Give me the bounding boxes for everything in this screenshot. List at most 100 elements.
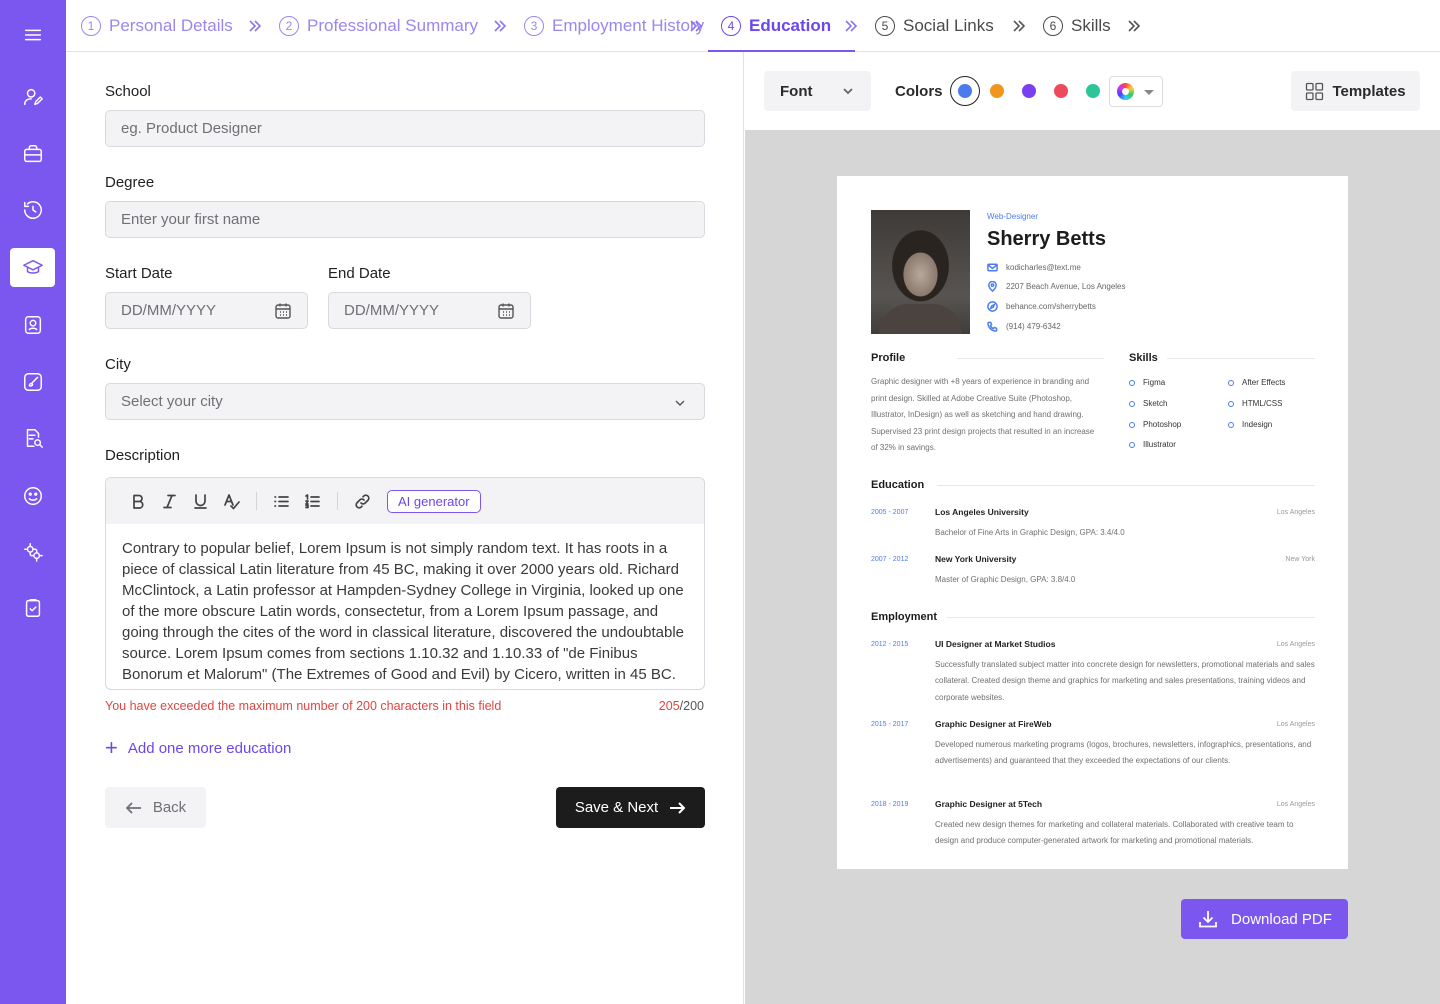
employment-dates: 2015 - 2017: [871, 721, 909, 728]
profile-heading: Profile: [871, 352, 906, 364]
grid-icon: [1306, 82, 1324, 100]
color-swatch-red[interactable]: [1054, 84, 1068, 98]
employment-detail: Developed numerous marketing programs (l…: [935, 740, 1312, 766]
document-search-icon[interactable]: [10, 418, 55, 457]
font-dropdown[interactable]: Font: [764, 71, 871, 111]
employment-heading: Employment: [871, 611, 938, 623]
color-swatch-orange[interactable]: [990, 84, 1004, 98]
calendar-icon[interactable]: [497, 302, 515, 320]
resume-email: kodicharles@text.me: [987, 262, 1081, 273]
skill-item: Indesign: [1228, 420, 1272, 429]
color-wheel-icon: [1117, 83, 1134, 100]
double-chevron-right-icon: [1010, 17, 1028, 35]
degree-placeholder: Enter your first name: [121, 211, 261, 228]
double-chevron-right-icon: [842, 17, 860, 35]
end-date-input[interactable]: DD/MM/YYYY: [328, 292, 531, 329]
step-skills[interactable]: 6 Skills: [1043, 0, 1111, 52]
step-label: Personal Details: [109, 16, 233, 35]
numbered-list-icon[interactable]: [297, 489, 328, 513]
graduation-cap-icon[interactable]: [10, 248, 55, 287]
save-next-button[interactable]: Save & Next: [556, 787, 705, 828]
underline-icon[interactable]: [185, 489, 216, 513]
download-label: Download PDF: [1231, 910, 1332, 928]
custom-color-picker[interactable]: [1109, 76, 1163, 107]
city-label: City: [105, 356, 131, 373]
skill-item: HTML/CSS: [1228, 399, 1282, 408]
menu-icon[interactable]: [10, 15, 55, 54]
end-date-placeholder: DD/MM/YYYY: [344, 302, 440, 319]
step-professional-summary[interactable]: 2 Professional Summary: [279, 0, 478, 52]
skill-item: After Effects: [1228, 378, 1285, 387]
bullet-list-icon[interactable]: [266, 489, 297, 513]
school-label: School: [105, 83, 151, 100]
education-heading: Education: [871, 479, 925, 491]
double-chevron-right-icon: [246, 17, 264, 35]
badge-icon[interactable]: [10, 305, 55, 344]
school-input[interactable]: eg. Product Designer: [105, 110, 705, 147]
templates-button[interactable]: Templates: [1291, 71, 1420, 111]
steps-bar: 1 Personal Details 2 Professional Summar…: [66, 0, 1440, 52]
step-education[interactable]: 4 Education: [707, 0, 856, 52]
step-label: Skills: [1071, 16, 1111, 35]
color-swatch-blue[interactable]: [950, 76, 980, 106]
ai-generator-button[interactable]: AI generator: [387, 489, 481, 513]
profile-text: Graphic designer with +8 years of experi…: [871, 377, 1095, 453]
bold-icon[interactable]: [123, 489, 154, 513]
education-dates: 2005 - 2007: [871, 509, 909, 516]
city-select[interactable]: Select your city: [105, 383, 705, 420]
location-pin-icon: [988, 281, 997, 292]
resume-address: 2207 Beach Avenue, Los Angeles: [987, 281, 1126, 292]
save-next-label: Save & Next: [574, 799, 659, 816]
toolbar-divider: [337, 492, 338, 510]
degree-input[interactable]: Enter your first name: [105, 201, 705, 238]
resume-page: Web-Designer Sherry Betts kodicharles@te…: [837, 176, 1348, 869]
mail-icon: [987, 263, 998, 272]
briefcase-icon[interactable]: [10, 134, 55, 173]
editor-toolbar: AI generator: [106, 478, 704, 524]
color-swatch-green[interactable]: [1086, 84, 1100, 98]
step-number: 1: [81, 16, 101, 36]
description-text[interactable]: Contrary to popular belief, Lorem Ipsum …: [106, 524, 704, 685]
character-count-max: /200: [679, 699, 704, 713]
description-editor[interactable]: AI generator Contrary to popular belief,…: [105, 477, 705, 690]
color-swatch-purple[interactable]: [1022, 84, 1036, 98]
employment-location: Los Angeles: [1276, 801, 1315, 808]
preview-toolbar: Font Colors Templates: [745, 52, 1440, 130]
resume-role: Web-Designer: [987, 212, 1038, 221]
employment-location: Los Angeles: [1276, 641, 1315, 648]
skill-item: Illustrator: [1129, 440, 1176, 449]
profile-photo: [871, 210, 970, 334]
education-location: Los Angeles: [1276, 509, 1315, 516]
resume-website: behance.com/sherrybetts: [987, 301, 1096, 312]
employment-title: Graphic Designer at FireWeb: [935, 719, 1052, 729]
brush-icon[interactable]: [10, 362, 55, 401]
divider: [1167, 358, 1315, 359]
end-date-label: End Date: [328, 265, 391, 282]
caret-down-icon: [1144, 90, 1154, 95]
user-edit-icon[interactable]: [10, 77, 55, 116]
address-text: 2207 Beach Avenue, Los Angeles: [1006, 282, 1126, 291]
step-number: 5: [875, 16, 895, 36]
clipboard-check-icon[interactable]: [10, 588, 55, 627]
calendar-icon[interactable]: [274, 302, 292, 320]
start-date-input[interactable]: DD/MM/YYYY: [105, 292, 308, 329]
skill-item: Figma: [1129, 378, 1165, 387]
step-number: 3: [524, 16, 544, 36]
back-button[interactable]: Back: [105, 787, 206, 828]
link-icon[interactable]: [347, 489, 378, 513]
download-pdf-button[interactable]: Download PDF: [1181, 899, 1348, 939]
emoji-icon[interactable]: [10, 476, 55, 515]
history-icon[interactable]: [10, 190, 55, 229]
education-school: New York University: [935, 554, 1017, 564]
resume-name: Sherry Betts: [987, 228, 1106, 250]
step-personal-details[interactable]: 1 Personal Details: [81, 0, 233, 52]
add-education-link[interactable]: + Add one more education: [105, 737, 291, 759]
education-detail: Master of Graphic Design, GPA: 3.8/4.0: [935, 575, 1076, 584]
step-employment-history[interactable]: 3 Employment History: [524, 0, 704, 52]
spellcheck-icon[interactable]: [216, 489, 247, 513]
sidebar-rail: [0, 0, 66, 1004]
italic-icon[interactable]: [154, 489, 185, 513]
step-social-links[interactable]: 5 Social Links: [875, 0, 994, 52]
gears-icon[interactable]: [10, 532, 55, 571]
font-label: Font: [780, 82, 813, 100]
